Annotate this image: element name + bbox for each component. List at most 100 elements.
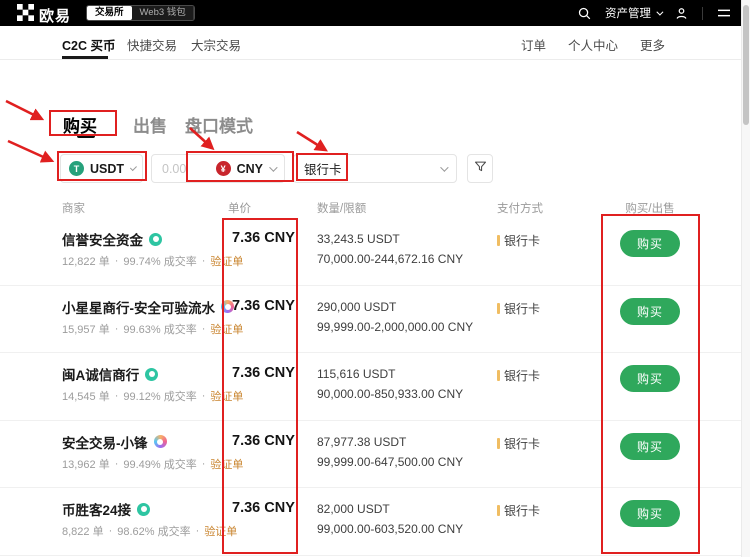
- amount-limit-cell: 87,977.38 USDT 99,999.00-647,500.00 CNY: [317, 432, 463, 472]
- table-row: 币胜客24接 8,822 单 · 98.62% 成交率 · 验证单 7.36 C…: [0, 488, 750, 556]
- available-amount: 82,000 USDT: [317, 499, 463, 519]
- merchant-badge-icon: [145, 368, 158, 381]
- topbar-separator: [702, 7, 703, 20]
- unit-price: 7.36 CNY: [232, 500, 295, 516]
- toggle-web3-wallet[interactable]: Web3 钱包: [132, 6, 194, 20]
- limit-range: 90,000.00-850,933.00 CNY: [317, 384, 463, 404]
- crypto-select-value: USDT: [90, 162, 124, 176]
- profile-icon[interactable]: [674, 6, 689, 21]
- available-amount: 115,616 USDT: [317, 364, 463, 384]
- toggle-exchange[interactable]: 交易所: [87, 6, 132, 20]
- crypto-select[interactable]: T USDT: [60, 154, 143, 183]
- merchant-name[interactable]: 币胜客24接: [62, 499, 131, 519]
- buy-button[interactable]: 购买: [620, 298, 680, 325]
- buy-button[interactable]: 购买: [620, 433, 680, 460]
- nav-express-trade[interactable]: 快捷交易: [127, 35, 177, 54]
- completion-rate: 99.74% 成交率: [123, 253, 196, 269]
- available-amount: 290,000 USDT: [317, 297, 473, 317]
- payment-method-cell: 银行卡: [497, 232, 540, 249]
- verified-order-label: 验证单: [210, 456, 243, 472]
- completion-rate: 99.63% 成交率: [123, 321, 196, 337]
- merchant-name[interactable]: 闽A诚信商行: [62, 364, 139, 384]
- merchant-name[interactable]: 小星星商行-安全可验流水: [62, 297, 215, 317]
- order-count: 15,957 单: [62, 321, 110, 337]
- okx-logo-icon: [17, 4, 34, 26]
- order-count: 14,545 单: [62, 388, 110, 404]
- dot-separator: ·: [109, 525, 113, 537]
- buy-button[interactable]: 购买: [620, 365, 680, 392]
- merchant-name[interactable]: 信誉安全资金: [62, 229, 143, 249]
- payment-color-bar: [497, 370, 500, 381]
- merchant-badge-icon: [137, 503, 150, 516]
- payment-color-bar: [497, 438, 500, 449]
- topbar-right: 资产管理: [577, 0, 732, 26]
- merchant-stats: 15,957 单 · 99.63% 成交率 · 验证单: [62, 321, 243, 337]
- merchant-name-line: 信誉安全资金: [62, 229, 162, 249]
- order-count: 13,962 单: [62, 456, 110, 472]
- payment-method-cell: 银行卡: [497, 435, 540, 452]
- header-buy-sell: 购买/出售: [618, 200, 682, 216]
- table-row: 闽A诚信商行 14,545 单 · 99.12% 成交率 · 验证单 7.36 …: [0, 353, 750, 421]
- header-amount-limit: 数量/限额: [317, 200, 366, 216]
- nav-c2c-buy[interactable]: C2C 买币: [62, 35, 115, 54]
- nav-block-trade[interactable]: 大宗交易: [191, 35, 241, 54]
- available-amount: 87,977.38 USDT: [317, 432, 463, 452]
- amount-limit-cell: 290,000 USDT 99,999.00-2,000,000.00 CNY: [317, 297, 473, 337]
- chevron-down-icon: [269, 163, 277, 171]
- search-icon[interactable]: [577, 6, 592, 21]
- dot-separator: ·: [196, 525, 200, 537]
- dot-separator: ·: [202, 323, 206, 335]
- unit-price: 7.36 CNY: [232, 230, 295, 246]
- active-nav-underline: [62, 56, 108, 59]
- active-tab-underline: [77, 134, 95, 138]
- product-toggle: 交易所 Web3 钱包: [86, 5, 195, 21]
- unit-price: 7.36 CNY: [232, 433, 295, 449]
- secondary-nav-right: 订单 个人中心 更多: [521, 35, 665, 54]
- chevron-down-icon: [656, 8, 663, 15]
- order-count: 8,822 单: [62, 523, 104, 539]
- nav-more[interactable]: 更多: [640, 35, 665, 54]
- topbar-divider: [193, 6, 194, 20]
- payment-select-value: 银行卡: [304, 159, 342, 178]
- tab-sell[interactable]: 出售: [133, 112, 167, 137]
- nav-orders[interactable]: 订单: [521, 35, 546, 54]
- unit-price: 7.36 CNY: [232, 298, 295, 314]
- assets-menu-label: 资产管理: [605, 5, 651, 21]
- payment-method: 银行卡: [504, 300, 540, 317]
- buy-button[interactable]: 购买: [620, 500, 680, 527]
- fiat-select[interactable]: ¥ CNY: [216, 161, 284, 176]
- amount-input[interactable]: [152, 162, 204, 176]
- limit-range: 70,000.00-244,672.16 CNY: [317, 249, 463, 269]
- dot-separator: ·: [202, 255, 206, 267]
- verified-order-label: 验证单: [210, 321, 243, 337]
- completion-rate: 99.49% 成交率: [123, 456, 196, 472]
- tab-orderbook-mode[interactable]: 盘口模式: [185, 112, 253, 137]
- order-count: 12,822 单: [62, 253, 110, 269]
- payment-method: 银行卡: [504, 367, 540, 384]
- payment-method-select[interactable]: 银行卡: [293, 154, 457, 183]
- dot-separator: ·: [115, 323, 119, 335]
- header-price: 单价: [228, 200, 251, 216]
- table-row: 小星星商行-安全可验流水 15,957 单 · 99.63% 成交率 · 验证单…: [0, 286, 750, 354]
- scrollbar-thumb[interactable]: [743, 5, 749, 125]
- buy-button[interactable]: 购买: [620, 230, 680, 257]
- scrollbar[interactable]: [741, 0, 750, 557]
- table-row: 信誉安全资金 12,822 单 · 99.74% 成交率 · 验证单 7.36 …: [0, 218, 750, 286]
- nav-profile-center[interactable]: 个人中心: [568, 35, 618, 54]
- menu-icon[interactable]: [716, 6, 732, 20]
- merchant-stats: 13,962 单 · 99.49% 成交率 · 验证单: [62, 456, 243, 472]
- table-row: 安全交易-小锋 13,962 单 · 99.49% 成交率 · 验证单 7.36…: [0, 421, 750, 489]
- merchant-stats: 14,545 单 · 99.12% 成交率 · 验证单: [62, 388, 243, 404]
- merchant-name-line: 安全交易-小锋: [62, 432, 167, 452]
- filter-button[interactable]: [467, 154, 493, 183]
- amount-limit-cell: 82,000 USDT 99,000.00-603,520.00 CNY: [317, 499, 463, 539]
- assets-menu[interactable]: 资产管理: [605, 5, 661, 21]
- annotation-arrow-usdt: [8, 141, 50, 160]
- okx-logo[interactable]: 欧易: [17, 4, 71, 26]
- limit-range: 99,999.00-2,000,000.00 CNY: [317, 317, 473, 337]
- merchant-badge-icon: [149, 233, 162, 246]
- annotation-arrow-payment: [297, 132, 324, 149]
- merchant-name[interactable]: 安全交易-小锋: [62, 432, 148, 452]
- dot-separator: ·: [115, 390, 119, 402]
- limit-range: 99,000.00-603,520.00 CNY: [317, 519, 463, 539]
